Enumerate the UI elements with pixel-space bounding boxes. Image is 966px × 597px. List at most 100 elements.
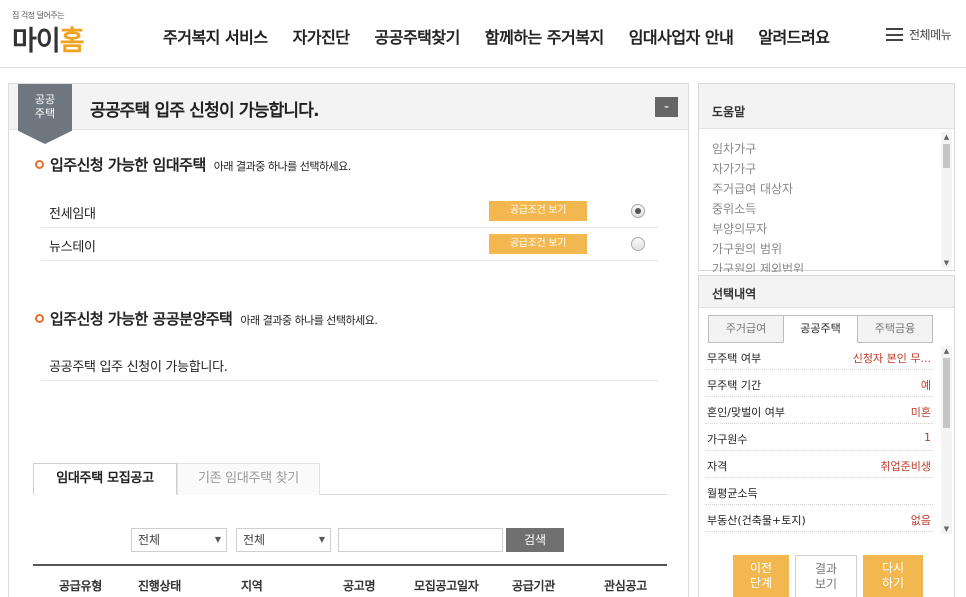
site-header: 집 걱정 덜어주는 마이홈 주거복지 서비스 자가진단 공공주택찾기 함께하는 … <box>0 0 966 68</box>
nav-item-housing-welfare-service[interactable]: 주거복지 서비스 <box>163 24 268 48</box>
supply-type-select[interactable]: 전체 ▼ <box>131 528 227 552</box>
logo-wordmark: 마이홈 <box>12 19 85 58</box>
sale-section-hint: 아래 결과중 하나를 선택하세요. <box>240 314 378 327</box>
help-item[interactable]: 중위소득 <box>712 199 937 219</box>
nav-item-self-diagnosis[interactable]: 자가진단 <box>293 24 350 48</box>
supply-type-value: 전체 <box>138 533 161 547</box>
column-header-agency: 공급기관 <box>512 579 555 593</box>
rental-section-hint: 아래 결과중 하나를 선택하세요. <box>213 160 352 173</box>
scroll-up-icon[interactable]: ▲ <box>941 346 952 356</box>
restart-button[interactable]: 다시 하기 <box>863 555 923 597</box>
help-item[interactable]: 임차가구 <box>712 139 937 159</box>
column-header-favorite: 관심공고 <box>604 579 647 593</box>
logo[interactable]: 집 걱정 덜어주는 마이홈 <box>12 10 102 58</box>
collapse-button[interactable]: - <box>655 97 678 117</box>
help-scrollbar[interactable]: ▲ ▼ <box>941 132 952 268</box>
dropdown-arrow-icon: ▼ <box>214 535 221 544</box>
supply-conditions-button[interactable]: 공급조건 보기 <box>489 201 587 221</box>
option-radio-jeonse[interactable] <box>631 204 645 218</box>
selection-value: 취업준비생 <box>880 460 931 473</box>
category-ribbon: 공공 주택 <box>18 84 72 144</box>
search-input[interactable] <box>338 528 503 552</box>
selection-tab-housing-benefit[interactable]: 주거급여 <box>708 315 784 343</box>
rental-section-title: 입주신청 가능한 임대주택 아래 결과중 하나를 선택하세요. <box>35 154 351 175</box>
nav-item-shared-housing-welfare[interactable]: 함께하는 주거복지 <box>485 24 604 48</box>
status-select[interactable]: 전체 ▼ <box>236 528 331 552</box>
selection-key: 가구원수 <box>707 433 748 446</box>
restart-label: 다시 하기 <box>881 561 905 590</box>
selection-row: 월평균소득 <box>705 478 933 505</box>
selection-key: 부동산(건축물+토지) <box>707 514 806 527</box>
search-button[interactable]: 검색 <box>506 528 564 552</box>
column-header-notice-name: 공고명 <box>343 579 376 593</box>
column-header-supply-type: 공급유형 <box>59 579 102 593</box>
page-root: 집 걱정 덜어주는 마이홈 주거복지 서비스 자가진단 공공주택찾기 함께하는 … <box>0 0 966 597</box>
selection-row: 자격 취업준비생 <box>705 451 933 478</box>
selection-row: 무주택 여부 신청자 본인 무... <box>705 343 933 370</box>
selection-key: 무주택 여부 <box>707 352 762 365</box>
rental-option-row: 전세임대 공급조건 보기 <box>41 195 658 228</box>
selection-row: 가구원수 1 <box>705 424 933 451</box>
selection-tab-public-housing[interactable]: 공공주택 <box>783 315 858 343</box>
selection-value: 신청자 본인 무... <box>852 352 931 365</box>
selection-value: 없음 <box>910 514 931 527</box>
help-item[interactable]: 부양의무자 <box>712 219 937 239</box>
selection-key: 자격 <box>707 460 728 473</box>
view-result-button[interactable]: 결과 보기 <box>795 555 857 597</box>
help-item[interactable]: 자가가구 <box>712 159 937 179</box>
selection-box: 선택내역 주거급여 공공주택 주택금융 무주택 여부 신청자 본인 무... 무주… <box>698 275 955 597</box>
view-result-label: 결과 보기 <box>814 562 838 591</box>
nav-item-rental-business-guide[interactable]: 임대사업자 안내 <box>629 24 734 48</box>
dropdown-arrow-icon: ▼ <box>318 535 325 544</box>
scroll-down-icon[interactable]: ▼ <box>941 258 952 268</box>
help-item[interactable]: 가구원의 범위 <box>712 239 937 259</box>
table-top-border <box>33 564 667 566</box>
selection-key: 혼인/맞벌이 여부 <box>707 406 786 419</box>
rental-option-label: 전세임대 <box>49 207 96 222</box>
help-list: 임차가구 자가가구 주거급여 대상자 중위소득 부양의무자 가구원의 범위 가구… <box>712 139 937 272</box>
rental-option-row: 뉴스테이 공급조건 보기 <box>41 228 658 261</box>
selection-row: 혼인/맞벌이 여부 미혼 <box>705 397 933 424</box>
previous-step-button[interactable]: 이전 단계 <box>733 555 789 597</box>
scroll-down-icon[interactable]: ▼ <box>941 524 952 534</box>
scroll-up-icon[interactable]: ▲ <box>941 132 952 142</box>
rental-section-heading: 입주신청 가능한 임대주택 <box>50 156 206 174</box>
scroll-thumb[interactable] <box>943 358 950 428</box>
column-header-status: 진행상태 <box>138 579 181 593</box>
panel-title: 공공주택 입주 신청이 가능합니다. <box>90 101 320 121</box>
selection-value: 1 <box>924 431 931 444</box>
tab-rental-notices[interactable]: 임대주택 모집공고 <box>33 463 177 495</box>
all-menu-button[interactable]: 전체메뉴 <box>886 26 952 43</box>
help-item[interactable]: 주거급여 대상자 <box>712 179 937 199</box>
all-menu-label: 전체메뉴 <box>909 28 952 42</box>
selection-scrollbar[interactable]: ▲ ▼ <box>941 346 952 534</box>
bullet-icon <box>35 314 44 323</box>
help-box: 도움말 임차가구 자가가구 주거급여 대상자 중위소득 부양의무자 가구원의 범… <box>698 83 955 272</box>
selection-value: 예 <box>920 379 931 392</box>
column-header-region: 지역 <box>241 579 263 593</box>
supply-conditions-button[interactable]: 공급조건 보기 <box>489 234 587 254</box>
nav-item-public-housing-search[interactable]: 공공주택찾기 <box>375 24 461 48</box>
selection-header: 선택내역 <box>699 276 954 308</box>
option-radio-new-stay[interactable] <box>631 237 645 251</box>
tab-existing-rental-search[interactable]: 기존 임대주택 찾기 <box>177 463 320 495</box>
rental-option-label: 뉴스테이 <box>49 240 96 255</box>
column-header-notice-date: 모집공고일자 <box>414 579 479 593</box>
selection-value: 미혼 <box>910 406 931 419</box>
sidebar: 도움말 임차가구 자가가구 주거급여 대상자 중위소득 부양의무자 가구원의 범… <box>698 83 955 597</box>
help-header: 도움말 <box>699 84 954 129</box>
sale-info-message: 공공주택 입주 신청이 가능합니다. <box>49 360 228 375</box>
selection-key: 무주택 기간 <box>707 379 762 392</box>
selection-tab-housing-finance[interactable]: 주택금융 <box>857 315 933 343</box>
sale-section-title: 입주신청 가능한 공공분양주택 아래 결과중 하나를 선택하세요. <box>35 308 378 329</box>
bullet-icon <box>35 160 44 169</box>
selection-list: 무주택 여부 신청자 본인 무... 무주택 기간 예 혼인/맞벌이 여부 미혼 가구… <box>705 343 933 533</box>
scroll-thumb[interactable] <box>943 144 950 168</box>
selection-row: 부동산(건축물+토지) 없음 <box>705 505 933 532</box>
main-nav: 주거복지 서비스 자가진단 공공주택찾기 함께하는 주거복지 임대사업자 안내 … <box>163 24 854 48</box>
nav-item-notices[interactable]: 알려드려요 <box>758 24 830 48</box>
logo-name-prefix: 마이 <box>12 26 61 57</box>
status-value: 전체 <box>243 533 266 547</box>
help-item[interactable]: 가구원의 제외범위 <box>712 259 937 272</box>
sale-info-row: 공공주택 입주 신청이 가능합니다. <box>41 341 658 381</box>
